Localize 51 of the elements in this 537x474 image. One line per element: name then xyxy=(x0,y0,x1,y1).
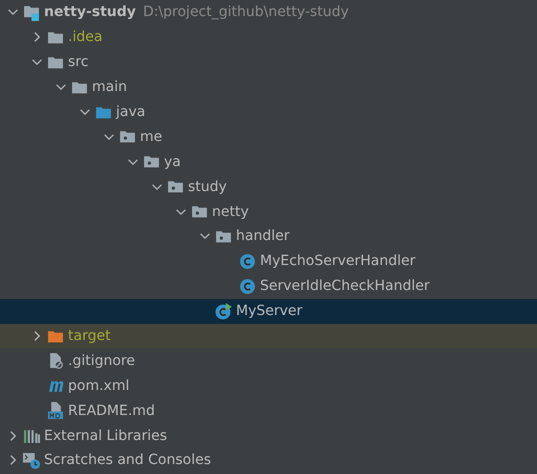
tree-row[interactable]: External Libraries xyxy=(0,423,537,448)
package-icon xyxy=(143,153,160,170)
tree-item-label: README.md xyxy=(68,402,155,419)
tree-row[interactable]: src xyxy=(0,50,537,75)
tree-row[interactable]: handler xyxy=(0,224,537,249)
tree-item-label: me xyxy=(140,128,162,145)
project-path: D:\project_github\netty-study xyxy=(142,4,349,20)
tree-item-label: pom.xml xyxy=(68,378,130,394)
tree-item-label: netty xyxy=(212,204,249,220)
module-folder-icon xyxy=(23,4,40,21)
tree-row[interactable]: MyServer xyxy=(0,298,537,324)
tree-item-label: External Libraries xyxy=(44,428,167,444)
tree-row[interactable]: MyEchoServerHandler xyxy=(0,248,537,274)
tree-item-label: handler xyxy=(236,228,290,244)
tree-item-label: target xyxy=(68,328,111,344)
tree-item-label: ServerIdleCheckHandler xyxy=(260,278,430,294)
tree-row[interactable]: study xyxy=(0,174,537,200)
libraries-icon xyxy=(23,427,40,444)
scratches-icon xyxy=(23,452,40,469)
tree-row[interactable]: ya xyxy=(0,149,537,174)
markdown-file-icon xyxy=(47,402,64,420)
tree-item-label: netty-study xyxy=(44,4,136,20)
tree-row[interactable]: java xyxy=(0,100,537,124)
tree-row[interactable]: main xyxy=(0,74,537,100)
tree-item-label: Scratches and Consoles xyxy=(44,452,211,468)
tree-row[interactable]: Scratches and Consoles xyxy=(0,448,537,473)
tree-row[interactable]: target xyxy=(0,324,537,348)
tree-row[interactable]: pom.xml xyxy=(0,373,537,398)
package-icon xyxy=(119,128,136,146)
tree-row[interactable]: netty xyxy=(0,199,537,224)
tree-row[interactable]: .gitignore xyxy=(0,348,537,374)
tree-row[interactable]: README.md xyxy=(0,398,537,424)
tree-row[interactable]: ServerIdleCheckHandler xyxy=(0,274,537,299)
tree-row[interactable]: netty-study D:\project_github\netty-study xyxy=(0,0,537,25)
tree-item-label: MyEchoServerHandler xyxy=(260,253,416,270)
tree-row[interactable]: me xyxy=(0,124,537,150)
ignore-file-icon xyxy=(47,352,64,370)
package-icon xyxy=(167,178,184,196)
run-class-icon xyxy=(215,302,232,320)
class-icon xyxy=(239,278,256,295)
class-icon xyxy=(239,252,256,270)
tree-item-label: .idea xyxy=(68,29,102,46)
tree-item-label: src xyxy=(68,54,88,70)
tree-item-label: study xyxy=(188,178,227,195)
tree-item-label: MyServer xyxy=(236,303,302,320)
tree-item-label: ya xyxy=(164,154,181,170)
tree-row[interactable]: .idea xyxy=(0,24,537,50)
tree-item-label: java xyxy=(116,104,146,120)
tree-item-label: .gitignore xyxy=(68,352,135,369)
package-icon xyxy=(191,203,208,220)
tree-item-label: main xyxy=(92,79,127,96)
